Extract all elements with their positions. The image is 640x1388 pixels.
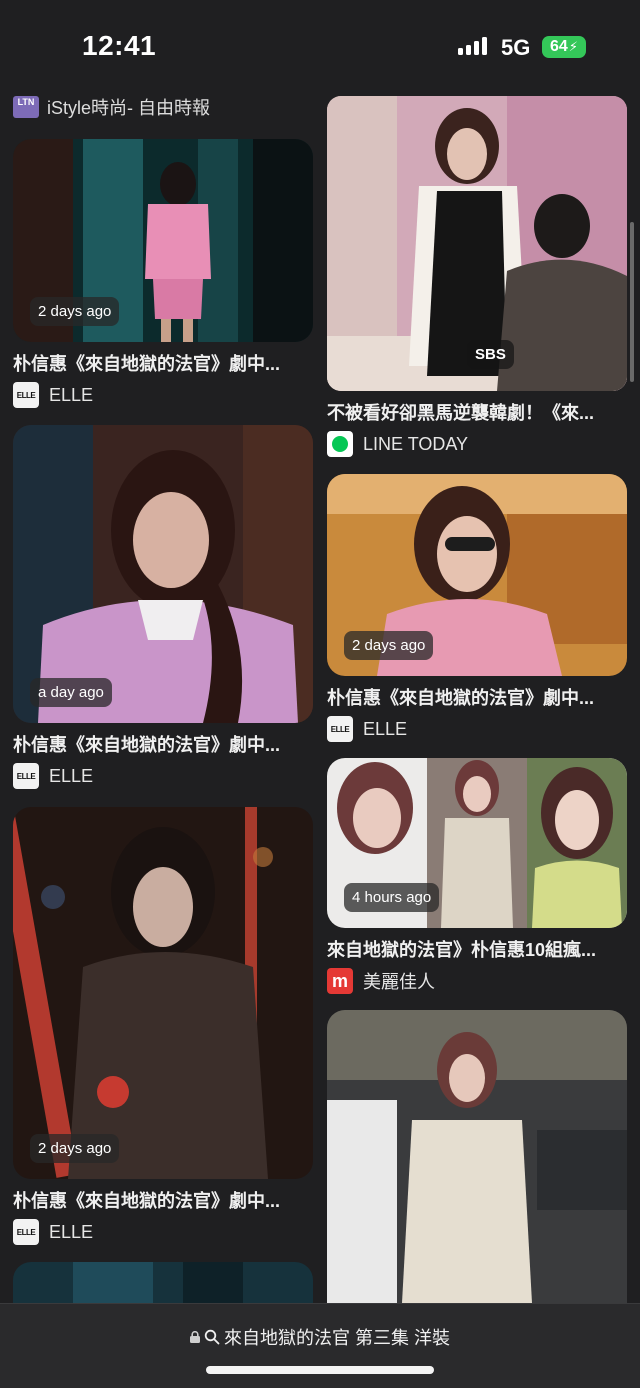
result-title[interactable]: 來自地獄的法官》朴信惠10組瘋... [327,936,627,962]
broadcaster-caption: SBS [467,340,514,369]
elle-logo: ELLE [327,716,353,742]
result-thumbnail[interactable]: a day ago [13,425,313,723]
image-result-card[interactable] [327,1010,627,1303]
source-label: ELLE [49,384,94,405]
thumbnail-image [327,1010,627,1303]
source-header[interactable]: LTN iStyle時尚- 自由時報 [13,94,210,120]
result-title[interactable]: 朴信惠《來自地獄的法官》劇中... [13,350,313,376]
image-result-card[interactable]: SBS 不被看好卻黑馬逆襲韓劇！《來... LINE TODAY [327,96,627,457]
time-badge: a day ago [30,678,112,707]
source-label: LINE TODAY [363,433,469,454]
image-result-card[interactable]: 2 days ago 朴信惠《來自地獄的法官》劇中... ELLE ELLE [13,139,313,408]
address-bar[interactable]: 來自地獄的法官 第三集 洋裝 [0,1303,640,1388]
result-thumbnail[interactable]: 2 days ago [327,474,627,676]
network-type: 5G [501,35,531,60]
time-badge: 2 days ago [344,631,434,660]
line-logo-icon [327,431,353,457]
result-title[interactable]: 不被看好卻黑馬逆襲韓劇！《來... [327,399,627,425]
ltn-logo: LTN [13,96,39,118]
result-source[interactable]: m 美麗佳人 [327,968,627,994]
signal-icon [458,37,487,55]
result-thumbnail[interactable] [327,1010,627,1303]
result-title[interactable]: 朴信惠《來自地獄的法官》劇中... [13,1187,313,1213]
lock-icon [189,1331,200,1343]
battery-level: 64 [550,38,568,55]
result-thumbnail[interactable]: 2 days ago [13,807,313,1179]
home-indicator[interactable] [206,1366,434,1374]
source-label: ELLE [49,765,94,786]
elle-logo: ELLE [13,763,39,789]
result-thumbnail[interactable]: 4 hours ago [327,758,627,928]
image-result-card[interactable]: a day ago 朴信惠《來自地獄的法官》劇中... ELLE ELLE [13,425,313,789]
marie-claire-logo: m [327,968,353,994]
status-bar: 12:41 5G 64 ⚡ [0,0,640,90]
search-icon [204,1329,220,1345]
result-source[interactable]: ELLE ELLE [13,1219,313,1245]
status-time: 12:41 [82,30,157,61]
source-label: 美麗佳人 [363,972,435,992]
image-result-card[interactable]: 4 hours ago 來自地獄的法官》朴信惠10組瘋... m 美麗佳人 [327,758,627,994]
battery-indicator: 64 ⚡ [542,36,586,58]
elle-logo: ELLE [13,382,39,408]
source-label: ELLE [49,1221,94,1242]
result-title[interactable]: 朴信惠《來自地獄的法官》劇中... [327,684,627,710]
image-result-card[interactable]: 2 days ago 朴信惠《來自地獄的法官》劇中... ELLE ELLE [327,474,627,742]
scrollbar[interactable] [630,222,634,382]
image-result-card[interactable]: 2 days ago 朴信惠《來自地獄的法官》劇中... ELLE ELLE [13,807,313,1245]
time-badge: 4 hours ago [344,883,440,912]
source-name: iStyle時尚- 自由時報 [47,98,211,118]
charging-bolt-icon: ⚡ [568,39,578,54]
time-badge: 2 days ago [30,1134,120,1163]
result-source[interactable]: ELLE ELLE [13,763,313,789]
url-display[interactable]: 來自地獄的法官 第三集 洋裝 [0,1324,640,1350]
result-thumbnail[interactable]: 2 days ago [13,139,313,342]
result-source[interactable]: ELLE ELLE [13,382,313,408]
url-text: 來自地獄的法官 第三集 洋裝 [223,1328,450,1348]
result-source[interactable]: LINE TODAY [327,431,627,457]
thumbnail-image [13,807,313,1179]
result-title[interactable]: 朴信惠《來自地獄的法官》劇中... [13,731,313,757]
time-badge: 2 days ago [30,297,120,326]
result-thumbnail[interactable]: SBS [327,96,627,391]
source-label: ELLE [363,718,408,739]
result-source[interactable]: ELLE ELLE [327,716,627,742]
elle-logo: ELLE [13,1219,39,1245]
